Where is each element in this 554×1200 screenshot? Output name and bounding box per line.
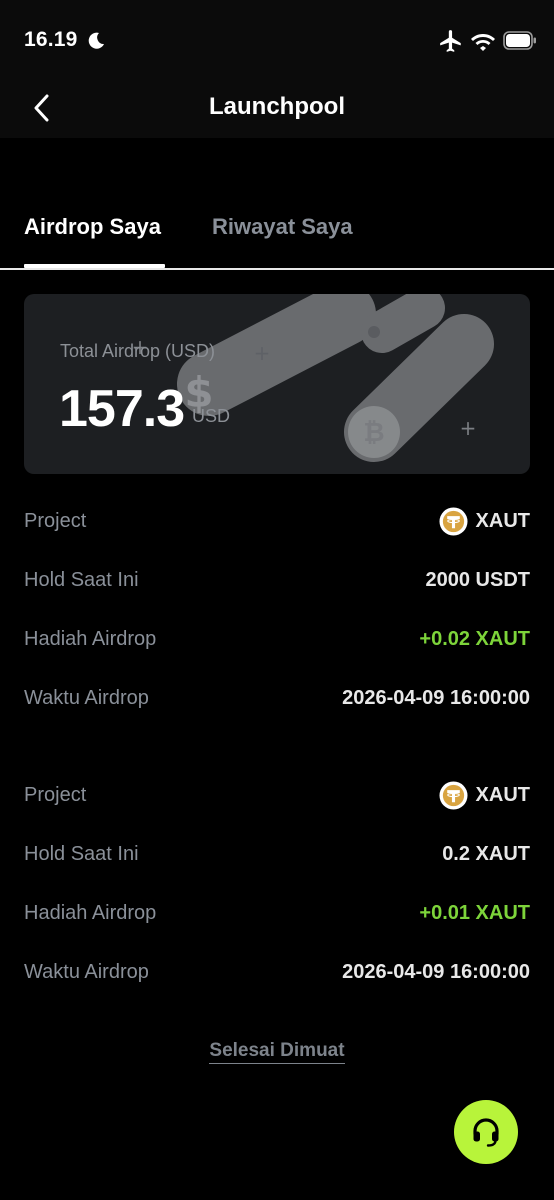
project-label: Project: [24, 784, 87, 806]
load-complete-indicator: Selesai Dimuat: [0, 1040, 554, 1064]
total-airdrop-label: Total Airdrop (USD): [60, 341, 216, 361]
moon-icon: [88, 32, 104, 49]
hold-label: Hold Saat Ini: [24, 843, 139, 865]
total-airdrop-value: 157.3: [59, 380, 185, 438]
project-value: XAUT: [439, 781, 530, 810]
tab-airdrop-saya[interactable]: Airdrop Saya: [24, 214, 161, 240]
status-bar: 16.19: [0, 0, 554, 80]
reward-label: Hadiah Airdrop: [24, 628, 157, 650]
project-row: Project XAUT: [24, 776, 530, 816]
tether-gold-coin-icon: [439, 507, 468, 536]
hold-label: Hold Saat Ini: [24, 569, 139, 591]
total-airdrop-unit: USD: [192, 406, 231, 426]
wifi-icon: [471, 34, 495, 51]
project-name: XAUT: [475, 510, 530, 532]
svg-text:₿: ₿: [363, 418, 384, 448]
tab-bar: Airdrop Saya Riwayat Saya: [0, 200, 554, 272]
nav-bar: Launchpool: [0, 80, 554, 138]
hold-value: 0.2 XAUT: [442, 843, 530, 865]
battery-icon: [503, 31, 536, 50]
tab-riwayat-saya[interactable]: Riwayat Saya: [212, 214, 353, 240]
project-name: XAUT: [475, 784, 530, 806]
status-time: 16.19: [24, 28, 78, 51]
reward-label: Hadiah Airdrop: [24, 902, 157, 924]
time-value: 2026-04-09 16:00:00: [342, 961, 530, 983]
reward-row: Hadiah Airdrop +0.01 XAUT: [24, 894, 530, 934]
project-value: XAUT: [439, 507, 530, 536]
headset-icon: [473, 1118, 499, 1147]
time-row: Waktu Airdrop 2026-04-09 16:00:00: [24, 679, 530, 719]
customer-support-button[interactable]: [454, 1100, 518, 1164]
load-complete-text: Selesai Dimuat: [209, 1040, 345, 1064]
tether-gold-coin-icon: [439, 781, 468, 810]
time-label: Waktu Airdrop: [24, 961, 149, 983]
total-airdrop-card: ₿ $ + + + Total Airdrop (USD) 157.3 USD: [24, 294, 530, 474]
hold-row: Hold Saat Ini 0.2 XAUT: [24, 835, 530, 875]
svg-text:+: +: [254, 341, 271, 365]
page-title: Launchpool: [209, 93, 345, 120]
hold-row: Hold Saat Ini 2000 USDT: [24, 561, 530, 601]
reward-value: +0.02 XAUT: [419, 628, 530, 650]
time-row: Waktu Airdrop 2026-04-09 16:00:00: [24, 953, 530, 993]
time-value: 2026-04-09 16:00:00: [342, 687, 530, 709]
project-row: Project XAUT: [24, 502, 530, 542]
time-label: Waktu Airdrop: [24, 687, 149, 709]
airplane-icon: [440, 30, 461, 52]
tab-divider: [0, 268, 554, 270]
svg-text:+: +: [460, 416, 477, 440]
reward-row: Hadiah Airdrop +0.02 XAUT: [24, 620, 530, 660]
hold-value: 2000 USDT: [425, 569, 531, 591]
project-label: Project: [24, 510, 87, 532]
reward-value: +0.01 XAUT: [419, 902, 530, 924]
